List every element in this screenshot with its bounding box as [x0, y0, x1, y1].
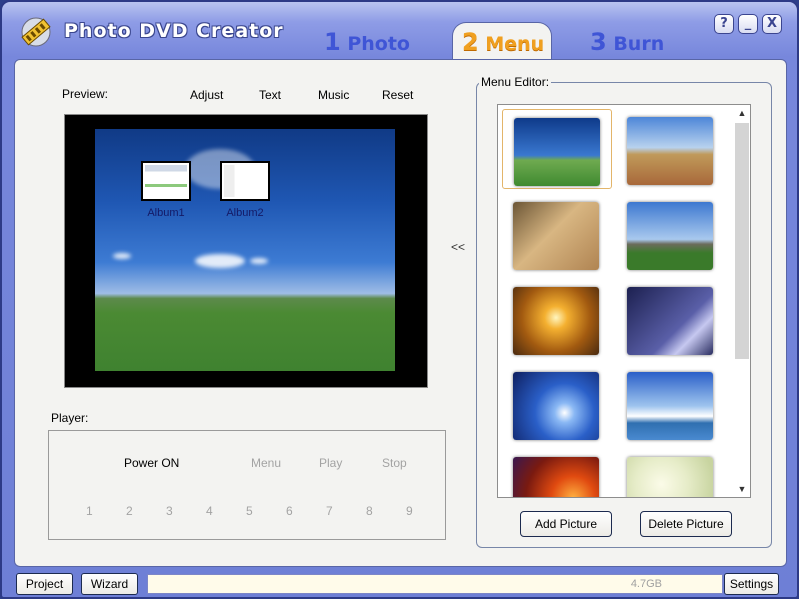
delete-picture-button[interactable]: Delete Picture [640, 511, 732, 537]
add-picture-button[interactable]: Add Picture [520, 511, 612, 537]
player-number-button[interactable]: 2 [126, 504, 133, 518]
tab-number: 2 [462, 28, 479, 56]
tab-label: Burn [613, 33, 665, 55]
reset-button[interactable]: Reset [382, 88, 413, 102]
tab-menu[interactable]: 2 Menu [462, 28, 544, 56]
app-window: Photo DVD Creator 1 Photo 2 Menu 3 Burn … [0, 0, 799, 599]
player-number-button[interactable]: 8 [366, 504, 373, 518]
menu-background-image: Album1 Album2 [95, 129, 395, 371]
album-thumbnail-1[interactable] [141, 161, 191, 201]
player-number-button[interactable]: 3 [166, 504, 173, 518]
app-logo-icon [21, 17, 51, 47]
tab-number: 3 [590, 28, 607, 56]
tab-label: Photo [347, 33, 410, 55]
scroll-down-icon[interactable]: ▼ [734, 481, 750, 497]
text-button[interactable]: Text [259, 88, 281, 102]
main-panel: Preview: Adjust Text Music Reset Album1 … [14, 59, 787, 567]
player-number-button[interactable]: 1 [86, 504, 93, 518]
picture-list[interactable]: ▲ ▼ [497, 104, 751, 498]
capacity-label: 4.7GB [630, 578, 662, 590]
picture-list-scrollbar[interactable]: ▲ ▼ [734, 105, 750, 497]
player-number-button[interactable]: 7 [326, 504, 333, 518]
album-thumbnail-2[interactable] [220, 161, 270, 201]
picture-item-stonehenge[interactable] [616, 194, 726, 274]
picture-item-white-roses[interactable] [616, 449, 726, 497]
player-number-button[interactable]: 9 [406, 504, 413, 518]
help-button[interactable]: ? [714, 14, 734, 34]
app-title: Photo DVD Creator [64, 20, 284, 42]
preview-screen: Album1 Album2 [64, 114, 428, 388]
picture-item-desert-sprout[interactable] [502, 194, 612, 274]
album-label-1[interactable]: Album1 [136, 207, 196, 219]
picture-item-blue-sky-field[interactable] [502, 109, 612, 189]
settings-button[interactable]: Settings [724, 573, 779, 595]
tab-number: 1 [324, 28, 341, 56]
picture-item-lightning[interactable] [616, 279, 726, 359]
minimize-button[interactable]: _ [738, 14, 758, 34]
player-play-button[interactable]: Play [319, 456, 342, 470]
preview-label: Preview: [62, 87, 109, 101]
player-stop-button[interactable]: Stop [382, 456, 407, 470]
player-number-button[interactable]: 6 [286, 504, 293, 518]
album-label-2[interactable]: Album2 [215, 207, 275, 219]
picture-item-blue-light-burst[interactable] [502, 364, 612, 444]
power-on-button[interactable]: Power ON [124, 456, 179, 470]
player-menu-button[interactable]: Menu [251, 456, 281, 470]
picture-item-palm-beach[interactable] [616, 364, 726, 444]
scrollbar-thumb[interactable] [735, 123, 749, 359]
music-button[interactable]: Music [318, 88, 349, 102]
player-panel: Power ON Menu Play Stop 1 2 3 4 5 6 7 8 … [48, 430, 446, 540]
picture-item-sunset-sun[interactable] [502, 279, 612, 359]
collapse-arrow-button[interactable]: << [451, 240, 465, 254]
wizard-button[interactable]: Wizard [81, 573, 138, 595]
scroll-up-icon[interactable]: ▲ [734, 105, 750, 121]
tab-photo[interactable]: 1 Photo [324, 28, 410, 56]
close-button[interactable]: X [762, 14, 782, 34]
player-number-button[interactable]: 5 [246, 504, 253, 518]
adjust-button[interactable]: Adjust [190, 88, 223, 102]
menu-editor-title: Menu Editor: [479, 75, 552, 89]
tab-burn[interactable]: 3 Burn [590, 28, 664, 56]
tab-label: Menu [485, 33, 545, 55]
disc-capacity-bar: 4.7GB [147, 574, 723, 594]
picture-item-red-planet[interactable] [502, 449, 612, 497]
picture-item-wheat-field[interactable] [616, 109, 726, 189]
project-button[interactable]: Project [16, 573, 73, 595]
player-label: Player: [51, 411, 89, 425]
player-number-button[interactable]: 4 [206, 504, 213, 518]
